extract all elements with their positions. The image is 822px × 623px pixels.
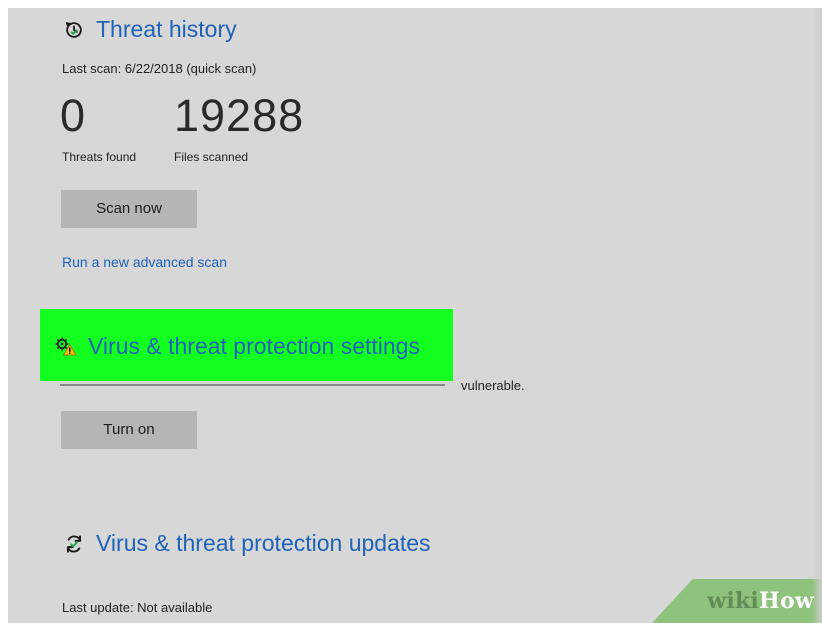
virus-updates-heading: Virus & threat protection updates (62, 530, 431, 557)
scan-now-button[interactable]: Scan now (61, 190, 197, 228)
virus-threat-protection-panel: Threat history Last scan: 6/22/2018 (qui… (8, 8, 822, 623)
last-scan-info: Last scan: 6/22/2018 (quick scan) (62, 61, 257, 76)
obscured-text-line (60, 384, 445, 386)
threats-found-count: 0 (60, 90, 87, 141)
turn-on-button[interactable]: Turn on (61, 411, 197, 449)
threat-history-title[interactable]: Threat history (96, 16, 237, 43)
virus-updates-title[interactable]: Virus & threat protection updates (96, 530, 431, 557)
right-edge-shadow (812, 8, 822, 623)
wikihow-watermark: wikiHow (707, 588, 814, 614)
cloud-protection-status-text (60, 377, 450, 391)
advanced-scan-link[interactable]: Run a new advanced scan (62, 254, 227, 270)
threat-history-heading: Threat history (62, 16, 237, 43)
virus-settings-title[interactable]: Virus & threat protection settings (88, 333, 420, 360)
last-update-info: Last update: Not available (62, 600, 213, 615)
history-icon (62, 18, 86, 42)
files-scanned-count: 19288 (174, 90, 305, 141)
files-scanned-label: Files scanned (174, 150, 249, 164)
gear-warning-icon (54, 335, 78, 359)
wikihow-wiki-text: wiki (707, 588, 759, 614)
vulnerable-warning-text: vulnerable. (461, 378, 525, 393)
virus-settings-heading: Virus & threat protection settings (54, 333, 420, 360)
wikihow-how-text: How (759, 588, 814, 614)
refresh-icon (62, 532, 86, 556)
threats-found-label: Threats found (62, 150, 137, 164)
